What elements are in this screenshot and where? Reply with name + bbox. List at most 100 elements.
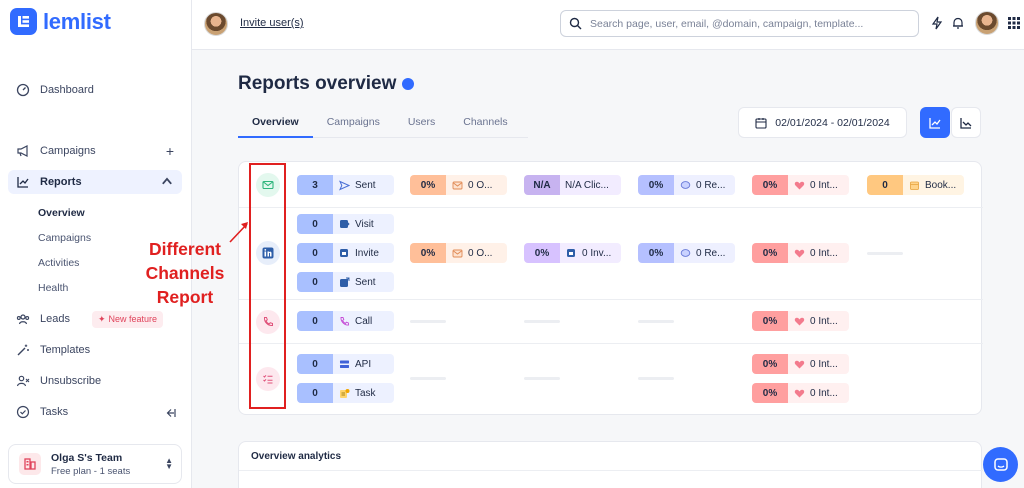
- metric-label: 0 O...: [468, 247, 493, 259]
- metric-value: 0: [297, 272, 333, 292]
- linkedin-invite-icon: [340, 248, 348, 257]
- email-sent-metric[interactable]: 3 Sent: [297, 175, 394, 195]
- sidebar-item-reports[interactable]: Reports: [8, 170, 182, 194]
- sidebar-item-label: Dashboard: [40, 84, 94, 96]
- linkedin-replied-metric[interactable]: 0% 0 Re...: [638, 243, 735, 263]
- sidebar-item-tasks[interactable]: Tasks: [8, 400, 182, 424]
- team-switcher[interactable]: Olga S's Team Free plan - 1 seats ▲ ▼: [8, 444, 182, 484]
- linkedin-opened-metric[interactable]: 0% 0 O...: [410, 243, 507, 263]
- search-input[interactable]: [590, 17, 910, 30]
- empty-metric-placeholder: [867, 252, 903, 255]
- empty-metric-placeholder: [410, 320, 446, 323]
- tab-overview[interactable]: Overview: [238, 112, 313, 138]
- new-feature-badge: ✦ New feature: [91, 310, 164, 328]
- metric-value: 0%: [752, 354, 788, 374]
- row-divider: [239, 299, 983, 300]
- brand-name: lemlist: [43, 8, 111, 34]
- metric-value: 0: [297, 311, 333, 331]
- api-metric[interactable]: 0 API: [297, 354, 394, 374]
- overview-analytics-panel: Overview analytics: [238, 441, 983, 488]
- linkedin-visit-metric[interactable]: 0 Visit: [297, 214, 394, 234]
- linkedin-interested-metric[interactable]: 0% 0 Int...: [752, 243, 849, 263]
- tab-campaigns[interactable]: Campaigns: [313, 112, 394, 138]
- linkedin-message-icon: [340, 277, 350, 287]
- megaphone-icon: [17, 145, 28, 157]
- metric-value: 0%: [638, 175, 674, 195]
- metric-label: Sent: [355, 179, 376, 191]
- metric-label: N/A Clic...: [565, 179, 609, 191]
- task-interested-metric[interactable]: 0% 0 Int...: [752, 383, 849, 403]
- metric-value: 0%: [752, 175, 788, 195]
- sidebar-item-label: Leads: [40, 313, 70, 325]
- sidebar-item-label: Tasks: [40, 406, 69, 418]
- profile-avatar[interactable]: [975, 11, 999, 35]
- sidebar-sub-activities[interactable]: Activities: [38, 257, 79, 269]
- metric-value: 0%: [752, 311, 788, 331]
- lightning-icon[interactable]: [930, 16, 944, 30]
- linkedin-sent-metric[interactable]: 0 Sent: [297, 272, 394, 292]
- metric-label: Task: [355, 387, 376, 399]
- metric-value: 0%: [752, 383, 788, 403]
- email-clicked-metric[interactable]: N/A N/A Clic...: [524, 175, 621, 195]
- chart-line-icon: [17, 177, 29, 188]
- user-remove-icon: [16, 375, 30, 387]
- sidebar-item-leads[interactable]: Leads ✦ New feature: [8, 307, 182, 331]
- invite-users-link[interactable]: Invite user(s): [240, 17, 304, 29]
- chat-bubble-icon: [680, 248, 691, 257]
- collapse-sidebar-icon[interactable]: [164, 407, 176, 422]
- sidebar-sub-campaigns[interactable]: Campaigns: [38, 232, 91, 244]
- tab-channels[interactable]: Channels: [449, 112, 521, 138]
- sidebar-item-campaigns[interactable]: Campaigns +: [8, 139, 182, 163]
- sidebar-item-unsubscribe[interactable]: Unsubscribe: [8, 369, 182, 393]
- sidebar-item-label: Campaigns: [40, 145, 96, 157]
- metric-label: 0 O...: [468, 179, 493, 191]
- sidebar-sub-health[interactable]: Health: [38, 282, 68, 294]
- email-opened-metric[interactable]: 0% 0 O...: [410, 175, 507, 195]
- email-booked-metric[interactable]: 0 Book...: [867, 175, 964, 195]
- sidebar-item-label: Reports: [40, 176, 82, 188]
- metric-label: Sent: [355, 276, 376, 288]
- task-checklist-icon: [340, 388, 350, 398]
- email-interested-metric[interactable]: 0% 0 Int...: [752, 175, 849, 195]
- chat-support-button[interactable]: [983, 447, 1018, 482]
- trend-view-button[interactable]: [951, 107, 981, 138]
- metric-label: API: [355, 358, 372, 370]
- tab-users[interactable]: Users: [394, 112, 449, 138]
- metric-label: 0 Int...: [810, 315, 838, 327]
- logo[interactable]: lemlist: [10, 8, 111, 35]
- chevron-up-icon[interactable]: [160, 174, 174, 191]
- linkedin-invite-metric[interactable]: 0 Invite: [297, 243, 394, 263]
- date-range-text: 02/01/2024 - 02/01/2024: [775, 116, 890, 129]
- chart-line-icon: [960, 117, 972, 129]
- apps-grid-icon[interactable]: [1008, 17, 1020, 29]
- metric-value: 0: [297, 214, 333, 234]
- empty-metric-placeholder: [638, 320, 674, 323]
- bell-icon[interactable]: [951, 16, 965, 30]
- video-help-icon[interactable]: [402, 78, 415, 90]
- analytics-title: Overview analytics: [251, 451, 342, 462]
- sidebar-item-templates[interactable]: Templates: [8, 338, 182, 362]
- chart-line-icon: [929, 117, 941, 129]
- phone-call-icon: [340, 316, 349, 325]
- metric-value: 0%: [524, 243, 560, 263]
- add-campaign-plus-icon[interactable]: +: [166, 143, 174, 159]
- call-interested-metric[interactable]: 0% 0 Int...: [752, 311, 849, 331]
- team-name: Olga S's Team: [51, 451, 123, 464]
- email-replied-metric[interactable]: 0% 0 Re...: [638, 175, 735, 195]
- metric-value: 0: [867, 175, 903, 195]
- building-icon: [19, 453, 41, 475]
- sidebar-item-dashboard[interactable]: Dashboard: [8, 78, 182, 102]
- search-bar[interactable]: [560, 10, 919, 37]
- api-interested-metric[interactable]: 0% 0 Int...: [752, 354, 849, 374]
- chart-view-button[interactable]: [920, 107, 950, 138]
- sidebar-sub-overview[interactable]: Overview: [38, 207, 85, 219]
- linkedin-invite-accepted-metric[interactable]: 0% 0 Inv...: [524, 243, 621, 263]
- call-metric[interactable]: 0 Call: [297, 311, 394, 331]
- metric-value: 0%: [410, 175, 446, 195]
- task-metric[interactable]: 0 Task: [297, 383, 394, 403]
- heart-icon: [794, 249, 805, 257]
- date-range-picker[interactable]: 02/01/2024 - 02/01/2024: [738, 107, 907, 138]
- panel-divider: [239, 470, 983, 471]
- calendar-icon: [755, 117, 767, 129]
- metric-label: Book...: [925, 179, 957, 191]
